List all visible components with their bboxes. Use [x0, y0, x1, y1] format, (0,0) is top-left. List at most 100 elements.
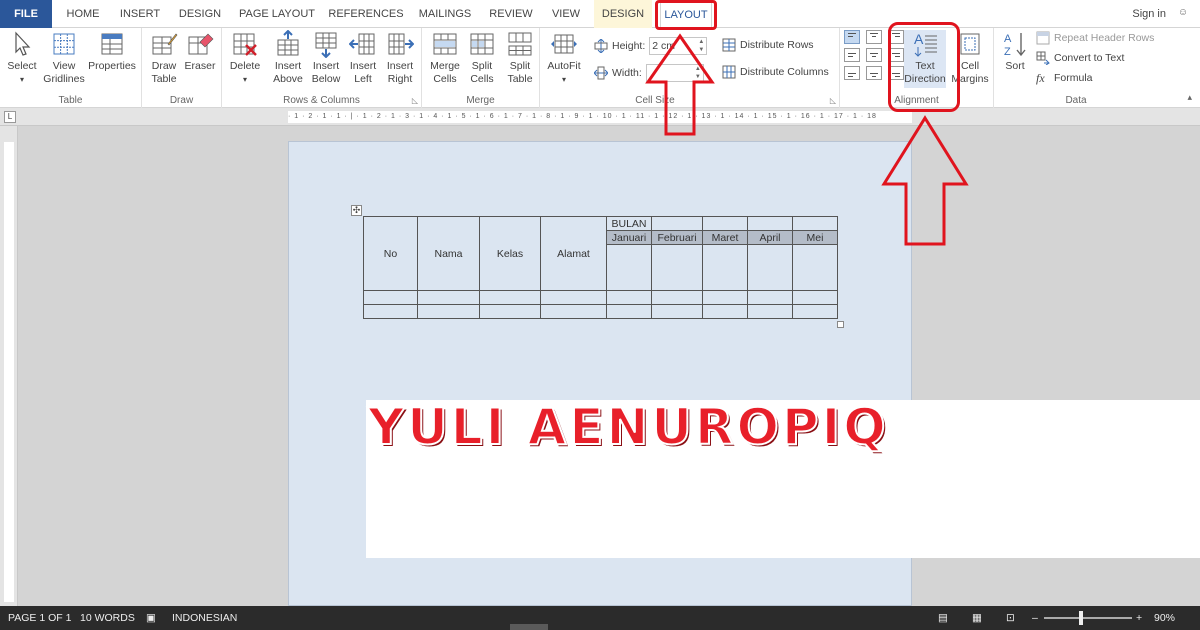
month-cell-april[interactable]: April: [747, 230, 793, 245]
table-cell[interactable]: [792, 244, 838, 291]
tab-selector-icon[interactable]: L: [4, 111, 16, 123]
split-cells-button[interactable]: Split Cells: [464, 30, 500, 86]
table-cell[interactable]: [792, 290, 838, 305]
header-cell-no[interactable]: No: [363, 216, 418, 291]
tab-home[interactable]: HOME: [58, 0, 108, 28]
table-cell[interactable]: [702, 216, 748, 231]
word-count-status[interactable]: 10 WORDS: [80, 606, 135, 630]
insert-right-button[interactable]: Insert Right: [382, 30, 418, 86]
delete-button[interactable]: Delete ▾: [226, 30, 264, 86]
user-icon[interactable]: ☺: [1176, 6, 1190, 20]
table-cell[interactable]: [792, 216, 838, 231]
web-layout-icon[interactable]: ⊡: [1006, 606, 1015, 630]
tab-page-layout[interactable]: PAGE LAYOUT: [234, 0, 320, 28]
vertical-ruler[interactable]: [0, 126, 18, 606]
tab-view[interactable]: VIEW: [544, 0, 588, 28]
month-cell-maret[interactable]: Maret: [702, 230, 748, 245]
table-cell[interactable]: [702, 304, 748, 319]
table-cell[interactable]: [606, 304, 652, 319]
read-mode-icon[interactable]: ▤: [938, 606, 948, 630]
split-table-button[interactable]: Split Table: [502, 30, 538, 86]
group-merge: Merge Cells Split Cells Split Table Merg…: [422, 28, 540, 108]
merge-cells-button[interactable]: Merge Cells: [426, 30, 464, 86]
distribute-rows-button[interactable]: Distribute Rows: [722, 38, 814, 52]
convert-to-text-button[interactable]: Convert to Text: [1036, 51, 1124, 65]
header-cell-nama[interactable]: Nama: [417, 216, 480, 291]
table-move-handle-icon[interactable]: ✣: [351, 205, 362, 216]
horizontal-ruler[interactable]: · 1 · 2 · 1 · 1 · | · 1 · 2 · 1 · 3 · 1 …: [0, 108, 1200, 126]
table-row: [363, 304, 838, 319]
insert-below-button[interactable]: Insert Below: [308, 30, 344, 86]
table-cell[interactable]: [417, 304, 480, 319]
table-cell[interactable]: [540, 290, 607, 305]
autofit-button[interactable]: AutoFit ▾: [544, 30, 584, 86]
properties-button[interactable]: Properties: [88, 30, 136, 73]
view-gridlines-button[interactable]: View Gridlines: [42, 30, 86, 86]
print-layout-icon[interactable]: ▦: [972, 606, 982, 630]
align-top-center-button[interactable]: [866, 30, 882, 44]
sort-button[interactable]: AZ Sort: [1000, 30, 1030, 73]
align-center-button[interactable]: [866, 48, 882, 62]
tab-insert[interactable]: INSERT: [114, 0, 166, 28]
repeat-header-rows-label: Repeat Header Rows: [1054, 32, 1155, 44]
table-resize-handle[interactable]: [837, 321, 844, 328]
tab-mailings[interactable]: MAILINGS: [412, 0, 478, 28]
header-cell-bulan[interactable]: BULAN: [606, 216, 652, 231]
zoom-in-icon[interactable]: +: [1136, 606, 1142, 630]
month-cell-januari[interactable]: Januari: [606, 230, 652, 245]
cell-size-launcher-icon[interactable]: ◺: [830, 96, 836, 105]
rows-columns-launcher-icon[interactable]: ◺: [412, 96, 418, 105]
tab-file[interactable]: FILE: [0, 0, 52, 28]
insert-above-button[interactable]: Insert Above: [270, 30, 306, 86]
table-cell[interactable]: [651, 290, 703, 305]
tab-review[interactable]: REVIEW: [484, 0, 538, 28]
proofing-icon[interactable]: ▣: [146, 606, 156, 630]
table-cell[interactable]: [479, 290, 541, 305]
tab-references[interactable]: REFERENCES: [326, 0, 406, 28]
formula-button[interactable]: fx Formula: [1036, 71, 1093, 85]
draw-table-button[interactable]: Draw Table: [146, 30, 182, 86]
collapse-ribbon-icon[interactable]: ▴: [1187, 92, 1192, 103]
table-cell[interactable]: [479, 304, 541, 319]
language-status[interactable]: INDONESIAN: [172, 606, 237, 630]
month-cell-februari[interactable]: Februari: [651, 230, 703, 245]
group-rows-columns: Delete ▾ Insert Above Insert Below Insert…: [222, 28, 422, 108]
table-cell[interactable]: [702, 290, 748, 305]
header-cell-kelas[interactable]: Kelas: [479, 216, 541, 291]
document-table[interactable]: No Nama Kelas Alamat BULAN Januari Febru…: [363, 216, 838, 319]
tab-design[interactable]: DESIGN: [172, 0, 228, 28]
distribute-columns-button[interactable]: Distribute Columns: [722, 65, 829, 79]
zoom-level[interactable]: 90%: [1154, 606, 1175, 630]
align-center-left-button[interactable]: [844, 48, 860, 62]
select-button[interactable]: Select ▾: [4, 30, 40, 86]
table-cell[interactable]: [651, 216, 703, 231]
table-cell[interactable]: [792, 304, 838, 319]
table-cell[interactable]: [651, 304, 703, 319]
table-cell[interactable]: [417, 290, 480, 305]
table-cell[interactable]: [363, 290, 418, 305]
table-cell[interactable]: [747, 244, 793, 291]
zoom-slider-thumb[interactable]: [1079, 611, 1083, 625]
tab-table-design[interactable]: DESIGN: [594, 0, 652, 28]
table-cell[interactable]: [606, 244, 652, 291]
month-cell-mei[interactable]: Mei: [792, 230, 838, 245]
table-cell[interactable]: [747, 290, 793, 305]
table-cell[interactable]: [540, 304, 607, 319]
table-cell[interactable]: [747, 216, 793, 231]
repeat-header-rows-button[interactable]: Repeat Header Rows: [1036, 31, 1154, 45]
header-cell-alamat[interactable]: Alamat: [540, 216, 607, 291]
align-bottom-center-button[interactable]: [866, 66, 882, 80]
table-cell[interactable]: [606, 290, 652, 305]
page-count-status[interactable]: PAGE 1 OF 1: [8, 606, 71, 630]
eraser-button[interactable]: Eraser: [182, 30, 218, 73]
zoom-out-icon[interactable]: –: [1032, 606, 1038, 630]
table-cell[interactable]: [747, 304, 793, 319]
table-cell[interactable]: [702, 244, 748, 291]
zoom-slider[interactable]: [1044, 617, 1132, 619]
align-top-left-button[interactable]: [844, 30, 860, 44]
table-cell[interactable]: [651, 244, 703, 291]
sign-in-link[interactable]: Sign in: [1132, 0, 1166, 28]
align-bottom-left-button[interactable]: [844, 66, 860, 80]
insert-left-button[interactable]: Insert Left: [346, 30, 380, 86]
table-cell[interactable]: [363, 304, 418, 319]
